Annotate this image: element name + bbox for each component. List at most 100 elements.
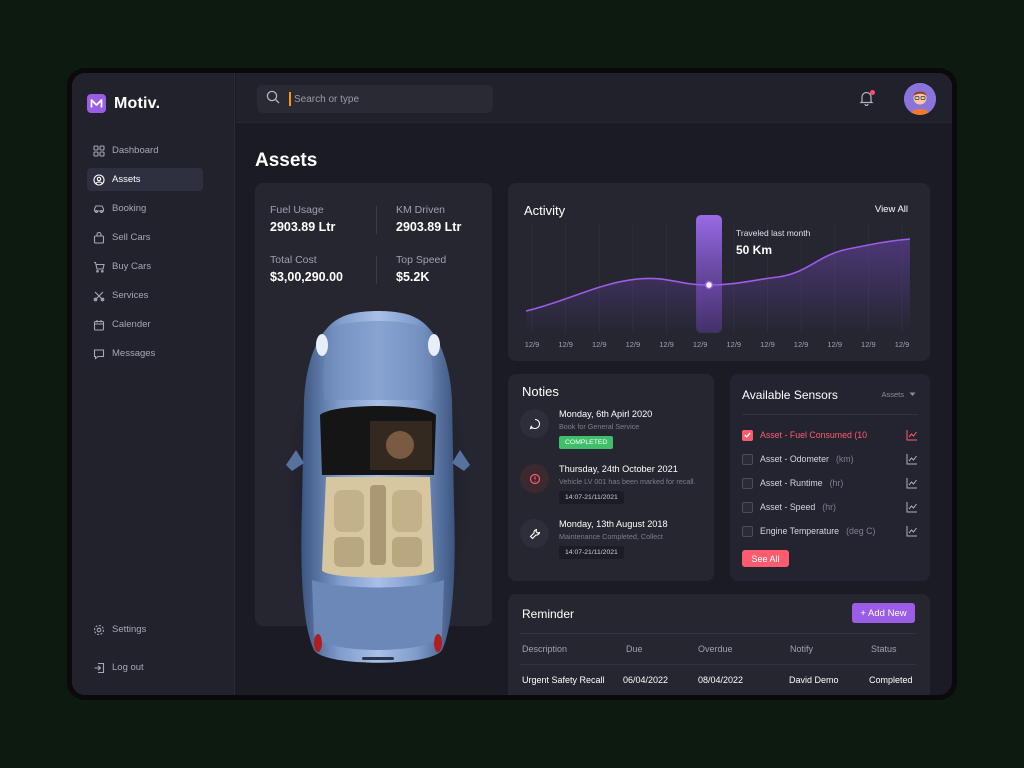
sidebar-item-calender[interactable]: Calender	[87, 313, 203, 336]
status-badge: COMPLETED	[559, 436, 614, 449]
sensor-checkbox[interactable]	[742, 429, 753, 441]
stat-value: 2903.89 Ltr	[270, 220, 336, 234]
column-header[interactable]: Due	[626, 644, 643, 654]
sidebar-item-buy-cars[interactable]: Buy Cars	[87, 255, 203, 278]
stat-label: Top Speed	[396, 254, 447, 266]
brand[interactable]: Motiv.	[87, 94, 160, 113]
sensor-row[interactable]: Asset - Fuel Consumed (10	[742, 427, 918, 443]
sidebar-footer: Settings Log out	[87, 618, 203, 685]
see-all-button[interactable]: See All	[742, 550, 789, 567]
column-header[interactable]: Status	[871, 644, 897, 654]
x-tick-label: 12/9	[895, 340, 910, 349]
divider	[742, 414, 918, 415]
sensor-label: Asset - Odometer	[760, 454, 829, 464]
note-item[interactable]: Monday, 6th Apirl 2020 Book for General …	[520, 409, 652, 449]
column-header[interactable]: Overdue	[698, 644, 733, 654]
trend-icon[interactable]	[906, 477, 918, 489]
chat-bubble-icon	[520, 409, 549, 438]
stat-top-speed: Top Speed $5.2K	[396, 254, 446, 284]
device-frame: Motiv. Dashboard Assets Booking Sell Car…	[67, 68, 957, 700]
sensor-row[interactable]: Asset - Odometer (km)	[742, 451, 918, 467]
stat-label: Fuel Usage	[270, 204, 324, 216]
trend-icon[interactable]	[906, 501, 918, 513]
sensor-row[interactable]: Asset - Speed (hr)	[742, 499, 918, 515]
gear-icon	[93, 624, 105, 636]
tooltip-label: Traveled last month	[736, 228, 811, 238]
note-item[interactable]: Thursday, 24th October 2021 Vehicle LV 0…	[520, 464, 696, 504]
chat-icon	[93, 348, 105, 360]
sensor-filter-dropdown[interactable]: Assets	[881, 390, 916, 399]
note-date: Monday, 13th August 2018	[559, 519, 668, 529]
sensor-checkbox[interactable]	[742, 477, 753, 489]
notification-bell-icon[interactable]	[859, 90, 875, 107]
tooltip-value: 50 Km	[736, 243, 773, 257]
x-tick-label: 12/9	[861, 340, 876, 349]
stat-label: KM Driven	[396, 204, 446, 216]
search-icon	[266, 90, 280, 109]
activity-tooltip: Traveled last month 50 Km	[736, 228, 810, 257]
sensor-label: Engine Temperature	[760, 526, 840, 536]
sidebar-item-messages[interactable]: Messages	[87, 342, 203, 365]
trend-icon[interactable]	[906, 429, 918, 441]
activity-point[interactable]	[704, 280, 714, 290]
x-tick-label: 12/9	[827, 340, 842, 349]
sensor-label: Asset - Fuel Consumed (10	[760, 430, 868, 440]
user-circle-icon	[93, 173, 105, 186]
sidebar-item-label: Dashboard	[112, 145, 159, 156]
sidebar-item-label: Buy Cars	[112, 261, 152, 272]
trend-icon[interactable]	[906, 453, 918, 465]
sensor-checkbox[interactable]	[742, 453, 753, 465]
cell-due: 06/04/2022	[623, 675, 669, 685]
note-item[interactable]: Monday, 13th August 2018 Maintenance Com…	[520, 519, 668, 559]
sidebar-item-assets[interactable]: Assets	[87, 168, 203, 191]
stat-value: 2903.89 Ltr	[396, 220, 462, 234]
stat-value: $5.2K	[396, 270, 430, 284]
column-header[interactable]: Notify	[790, 644, 813, 654]
logout-icon	[93, 662, 105, 674]
cell-notify: David Demo	[789, 675, 839, 685]
sidebar-item-label: Calender	[112, 319, 151, 330]
cart-icon	[93, 261, 105, 273]
sidebar-item-label: Sell Cars	[112, 232, 151, 243]
x-tick-label: 12/9	[525, 340, 540, 349]
reminder-title: Reminder	[522, 607, 575, 621]
tools-icon	[93, 290, 105, 302]
sidebar-item-settings[interactable]: Settings	[87, 618, 203, 641]
search-bar[interactable]	[257, 85, 493, 113]
sensor-row[interactable]: Asset - Runtime (hr)	[742, 475, 918, 491]
cell-description: Urgent Safety Recall	[522, 675, 605, 685]
sidebar-item-label: Log out	[112, 662, 144, 673]
avatar[interactable]	[904, 83, 936, 115]
sidebar-item-logout[interactable]: Log out	[87, 656, 203, 679]
column-header[interactable]: Description	[522, 644, 567, 654]
sensors-card: Available Sensors Assets Asset - Fuel Co…	[730, 374, 930, 581]
time-badge: 14:07-21/11/2021	[559, 491, 624, 504]
sensor-label: Asset - Runtime	[760, 478, 823, 488]
sidebar-item-services[interactable]: Services	[87, 284, 203, 307]
stat-fuel-usage: Fuel Usage 2903.89 Ltr	[270, 204, 335, 234]
sidebar-item-label: Services	[112, 290, 149, 301]
note-desc: Book for General Service	[559, 422, 640, 431]
x-tick-label: 12/9	[794, 340, 809, 349]
sensor-checkbox[interactable]	[742, 501, 753, 513]
search-input[interactable]	[289, 92, 469, 106]
note-desc: Maintenance Completed, Collect	[559, 532, 663, 541]
time-badge: 14:07-21/11/2021	[559, 546, 624, 559]
sidebar-item-label: Settings	[112, 624, 147, 635]
stat-value: $3,00,290.00	[270, 270, 343, 284]
sidebar-item-sell-cars[interactable]: Sell Cars	[87, 226, 203, 249]
grid-icon	[93, 144, 105, 157]
x-tick-label: 12/9	[727, 340, 742, 349]
add-new-button[interactable]: + Add New	[852, 603, 915, 623]
sidebar-item-dashboard[interactable]: Dashboard	[87, 139, 203, 162]
topbar	[236, 73, 952, 123]
trend-icon[interactable]	[906, 525, 918, 537]
divider	[520, 664, 916, 665]
x-tick-label: 12/9	[659, 340, 674, 349]
x-tick-label: 12/9	[693, 340, 708, 349]
x-tick-label: 12/9	[592, 340, 607, 349]
reminder-card: Reminder + Add New Description Due Overd…	[508, 594, 930, 695]
sensor-row[interactable]: Engine Temperature (deg C)	[742, 523, 918, 539]
sidebar-item-booking[interactable]: Booking	[87, 197, 203, 220]
sensor-checkbox[interactable]	[742, 525, 753, 537]
